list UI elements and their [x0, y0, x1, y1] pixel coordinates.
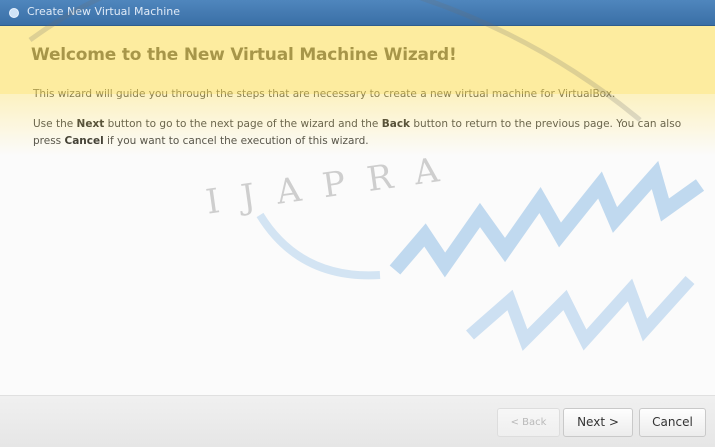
watermark: IJAPRA — [0, 0, 715, 447]
intro-paragraph: This wizard will guide you through the s… — [33, 88, 616, 100]
window-title: Create New Virtual Machine — [27, 5, 181, 18]
watermark-letters: IJAPRA — [203, 147, 464, 223]
cancel-button[interactable]: Cancel — [639, 408, 706, 437]
back-button[interactable]: < Back — [497, 408, 560, 437]
title-bar[interactable]: Create New Virtual Machine — [0, 0, 715, 26]
watermark-seal — [28, 0, 705, 351]
instructions-text-1: Use the — [33, 118, 77, 130]
instructions-text-4: if you want to cancel the execution of t… — [103, 135, 369, 147]
wizard-window: Create New Virtual Machine Welcome to th… — [0, 0, 715, 447]
next-button[interactable]: Next > — [563, 408, 633, 437]
virtualbox-icon — [9, 8, 19, 18]
page-title: Welcome to the New Virtual Machine Wizar… — [31, 45, 457, 65]
instructions-back-word: Back — [381, 118, 411, 130]
instructions-cancel-word: Cancel — [64, 135, 104, 147]
instructions-paragraph: Use the Next button to go to the next pa… — [33, 116, 698, 150]
instructions-next-word: Next — [76, 118, 105, 130]
instructions-text-2: button to go to the next page of the wiz… — [104, 118, 382, 130]
